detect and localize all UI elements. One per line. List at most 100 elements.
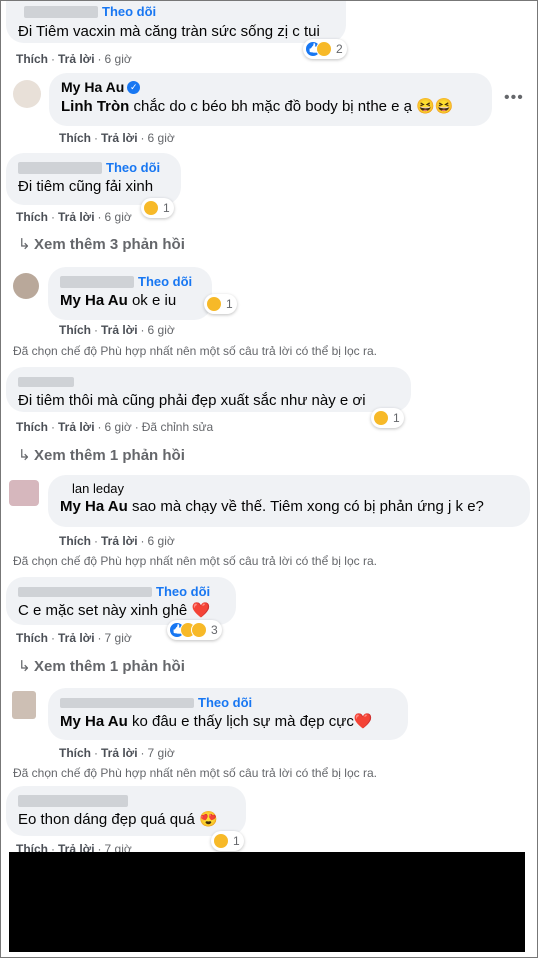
author-name[interactable]: lan leday [72, 481, 518, 497]
redaction-box [9, 852, 525, 952]
comment-text: Đi tiêm cũng fải xinh [18, 178, 154, 195]
comment-bubble-9: Eo thon dáng đẹp quá quá 😍 [6, 786, 246, 836]
follow-button[interactable]: Theo dõi [106, 160, 160, 175]
blurred-author-name [18, 161, 102, 174]
comment-text: C e mặc set này xinh ghê [18, 602, 188, 619]
comment-text: chắc do c béo bh mặc đồ body bị nthe e ạ [133, 98, 413, 115]
comment-bubble-4: Theo dõi My Ha Au ok e iu [48, 267, 212, 320]
reply-link[interactable]: Trả lời [58, 631, 95, 645]
comment-actions: Thích · Trả lời · 6 giờ [59, 534, 175, 548]
reply-link[interactable]: Trả lời [58, 420, 95, 434]
heart-emoji-icon: ❤️ [191, 602, 211, 619]
blurred-author-name [18, 794, 128, 807]
like-link[interactable]: Thích [59, 131, 91, 145]
like-link[interactable]: Thích [16, 631, 48, 645]
reaction-count: 3 [211, 623, 218, 637]
timestamp[interactable]: 6 giờ [148, 131, 175, 145]
reactions-badge[interactable]: 2 [303, 39, 347, 59]
follow-button[interactable]: Theo dõi [156, 584, 210, 599]
laughing-emoji-icon: 😆😆 [416, 98, 454, 115]
reply-arrow-icon: ↳ [18, 447, 31, 464]
timestamp[interactable]: 7 giờ [148, 746, 175, 760]
like-link[interactable]: Thích [16, 210, 48, 224]
reactions-badge[interactable]: 3 [167, 620, 222, 640]
filter-note: Đã chọn chế độ Phù hợp nhất nên một số c… [13, 766, 377, 780]
timestamp[interactable]: 6 giờ [105, 420, 132, 434]
comment-text: ok e iu [131, 292, 177, 309]
follow-button[interactable]: Theo dõi [138, 274, 192, 289]
comment-text: Eo thon dáng đẹp quá quá [18, 811, 195, 828]
comment-bubble-1: Theo dõi Đi Tiêm vacxin mà căng tràn sức… [6, 1, 346, 43]
like-link[interactable]: Thích [59, 323, 91, 337]
follow-button[interactable]: Theo dõi [198, 695, 252, 710]
reaction-count: 2 [336, 42, 343, 56]
reaction-count: 1 [393, 411, 400, 425]
timestamp[interactable]: 7 giờ [105, 631, 132, 645]
view-more-replies-link[interactable]: ↳ Xem thêm 1 phản hồi [18, 446, 185, 464]
reply-link[interactable]: Trả lời [101, 534, 138, 548]
comment-actions: Thích · Trả lời · 6 giờ [16, 210, 132, 224]
comment-text: ko đâu e thấy lịch sự mà đẹp cực [131, 713, 354, 730]
blurred-author-name [60, 697, 194, 708]
author-name[interactable]: My Ha Au [61, 79, 124, 95]
reaction-count: 1 [233, 834, 240, 848]
like-link[interactable]: Thích [16, 52, 48, 66]
reactions-badge[interactable]: 1 [204, 294, 237, 314]
heart-eyes-emoji-icon: 😍 [199, 811, 218, 828]
comment-bubble-5: Đi tiêm thôi mà cũng phải đẹp xuất sắc n… [6, 367, 411, 412]
care-reaction-icon [143, 200, 159, 216]
reply-link[interactable]: Trả lời [58, 52, 95, 66]
reactions-badge[interactable]: 1 [141, 198, 174, 218]
view-more-label: Xem thêm 3 phản hồi [34, 236, 185, 253]
comment-bubble-8: Theo dõi My Ha Au ko đâu e thấy lịch sự … [48, 688, 408, 740]
follow-button[interactable]: Theo dõi [102, 4, 156, 19]
care-reaction-icon [316, 41, 332, 57]
reply-link[interactable]: Trả lời [101, 746, 138, 760]
care-reaction-icon [206, 296, 222, 312]
care-reaction-icon [191, 622, 207, 638]
view-more-replies-link[interactable]: ↳ Xem thêm 3 phản hồi [18, 235, 185, 253]
comment-actions: Thích · Trả lời · 6 giờ [16, 52, 132, 66]
reactions-badge[interactable]: 1 [211, 831, 244, 851]
reactions-badge[interactable]: 1 [371, 408, 404, 428]
comment-actions: Thích · Trả lời · 6 giờ [59, 323, 175, 337]
reply-link[interactable]: Trả lời [101, 131, 138, 145]
view-more-label: Xem thêm 1 phản hồi [34, 447, 185, 464]
comment-actions: Thích · Trả lời · 7 giờ [16, 631, 132, 645]
avatar[interactable] [9, 480, 39, 506]
edited-label[interactable]: Đã chỉnh sửa [142, 420, 213, 434]
avatar[interactable] [12, 691, 36, 719]
mention-link[interactable]: My Ha Au [60, 498, 128, 515]
comment-text: Đi tiêm thôi mà cũng phải đẹp xuất sắc n… [18, 392, 366, 409]
timestamp[interactable]: 6 giờ [105, 52, 132, 66]
haha-reaction-icon [213, 833, 229, 849]
comment-bubble-7: Theo dõi C e mặc set này xinh ghê ❤️ [6, 577, 236, 625]
heart-emoji-icon: ❤️ [353, 713, 373, 730]
mention-link[interactable]: My Ha Au [60, 292, 128, 309]
more-options-icon[interactable]: ••• [504, 89, 524, 107]
mention-link[interactable]: My Ha Au [60, 713, 128, 730]
timestamp[interactable]: 6 giờ [148, 323, 175, 337]
like-link[interactable]: Thích [59, 746, 91, 760]
reaction-count: 1 [163, 201, 170, 215]
comment-text: Đi Tiêm vacxin mà căng tràn sức sống zị … [18, 23, 320, 40]
timestamp[interactable]: 6 giờ [148, 534, 175, 548]
like-link[interactable]: Thích [59, 534, 91, 548]
reaction-count: 1 [226, 297, 233, 311]
comment-text: sao mà chạy về thế. Tiêm xong có bị phản… [131, 498, 484, 515]
view-more-replies-link[interactable]: ↳ Xem thêm 1 phản hồi [18, 657, 185, 675]
reply-link[interactable]: Trả lời [101, 323, 138, 337]
filter-note: Đã chọn chế độ Phù hợp nhất nên một số c… [13, 344, 377, 358]
like-link[interactable]: Thích [16, 420, 48, 434]
reply-link[interactable]: Trả lời [58, 210, 95, 224]
reply-arrow-icon: ↳ [18, 658, 31, 675]
avatar[interactable] [13, 80, 41, 108]
mention-link[interactable]: Linh Tròn [61, 98, 129, 115]
avatar[interactable] [13, 273, 39, 299]
comment-actions: Thích · Trả lời · 7 giờ [59, 746, 175, 760]
comment-bubble-6: lan leday My Ha Au sao mà chạy về thế. T… [48, 475, 530, 527]
blurred-author-name [18, 376, 74, 387]
blurred-author-name [60, 275, 134, 288]
timestamp[interactable]: 6 giờ [105, 210, 132, 224]
comment-bubble-2: My Ha Au ✓ Linh Tròn chắc do c béo bh mặc… [49, 73, 492, 126]
